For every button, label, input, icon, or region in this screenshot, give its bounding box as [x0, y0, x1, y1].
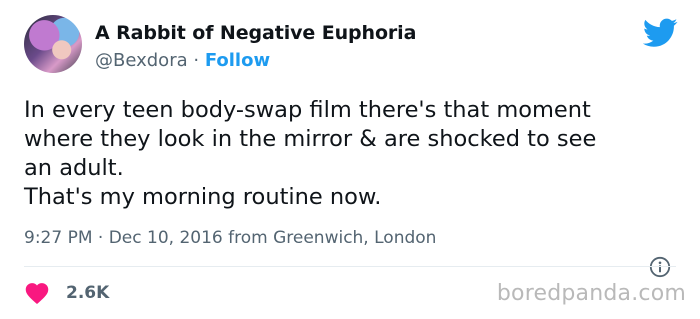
- tweet-text: In every teen body-swap film there's tha…: [24, 96, 684, 212]
- tweet-card: A Rabbit of Negative Euphoria @Bexdora ·…: [0, 0, 700, 319]
- tweet-text-line: where they look in the mirror & are shoc…: [24, 126, 597, 152]
- handle-separator: ·: [187, 50, 205, 71]
- heart-icon[interactable]: [24, 281, 50, 305]
- twitter-bird-icon[interactable]: [643, 18, 678, 48]
- user-handle-line: @Bexdora · Follow: [95, 50, 270, 71]
- follow-button[interactable]: Follow: [205, 50, 270, 71]
- info-icon[interactable]: [649, 256, 671, 278]
- like-button[interactable]: 2.6K: [24, 279, 109, 307]
- tweet-timestamp[interactable]: 9:27 PM · Dec 10, 2016 from Greenwich, L…: [24, 228, 436, 248]
- tweet-text-line: That's my morning routine now.: [24, 184, 382, 210]
- tweet-text-line: an adult.: [24, 155, 124, 181]
- tweet-text-line: In every teen body-swap film there's tha…: [24, 97, 591, 123]
- divider: [24, 266, 676, 267]
- watermark: boredpanda.com: [496, 281, 686, 306]
- like-count: 2.6K: [66, 283, 110, 303]
- avatar[interactable]: [24, 15, 82, 73]
- user-handle[interactable]: @Bexdora: [95, 50, 188, 71]
- display-name[interactable]: A Rabbit of Negative Euphoria: [95, 22, 416, 44]
